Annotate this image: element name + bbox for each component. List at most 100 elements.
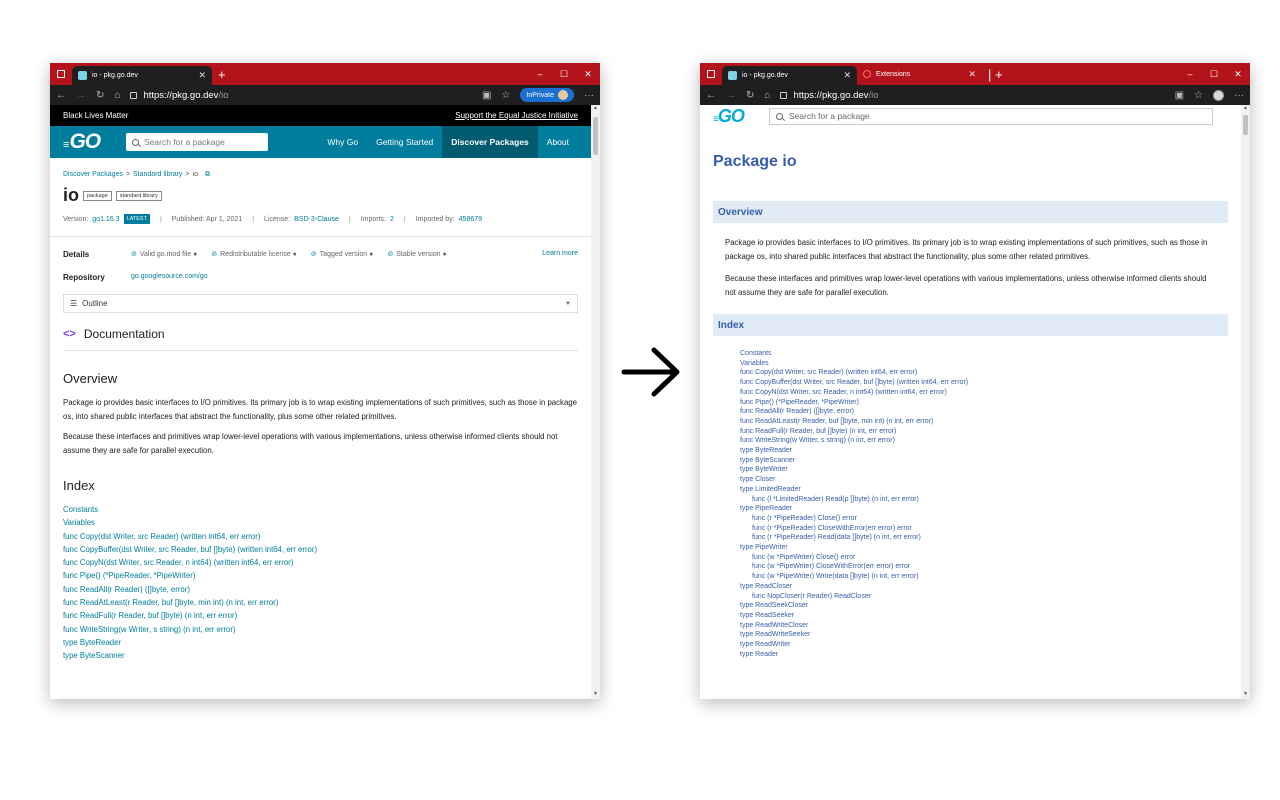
forward-icon[interactable]: → <box>76 90 86 101</box>
index-link[interactable]: type ReadSeekCloser <box>740 601 1201 611</box>
index-link[interactable]: type LimitedReader <box>740 485 1201 495</box>
scroll-up-icon[interactable]: ▲ <box>1241 105 1250 113</box>
index-link[interactable]: func ReadFull(r Reader, buf []byte) (n i… <box>63 609 578 622</box>
index-link[interactable]: func (w *PipeWriter) CloseWithError(err … <box>740 562 1201 572</box>
index-link[interactable]: func Copy(dst Writer, src Reader) (writt… <box>740 368 1201 378</box>
nav-discover-packages[interactable]: Discover Packages <box>442 126 538 158</box>
index-link[interactable]: func CopyBuffer(dst Writer, src Reader, … <box>740 378 1201 388</box>
tab-actions-icon[interactable] <box>50 63 72 85</box>
index-link[interactable]: func (r *PipeReader) CloseWithError(err … <box>740 524 1201 534</box>
index-link[interactable]: func Copy(dst Writer, src Reader) (writt… <box>63 530 578 543</box>
index-link[interactable]: func Pipe() (*PipeReader, *PipeWriter) <box>63 569 578 582</box>
url-field[interactable]: https://pkg.go.dev/io <box>780 90 1164 101</box>
profile-avatar[interactable] <box>1213 89 1224 101</box>
imports-link[interactable]: 2 <box>390 216 394 223</box>
forward-icon[interactable]: → <box>726 90 736 101</box>
maximize-button[interactable]: ☐ <box>1202 63 1226 85</box>
close-window-button[interactable]: ✕ <box>576 63 600 85</box>
more-icon[interactable]: ··· <box>584 90 594 101</box>
index-link[interactable]: func WriteString(w Writer, s string) (n … <box>740 436 1201 446</box>
index-link[interactable]: func ReadAll(r Reader) ([]byte, error) <box>63 583 578 596</box>
new-tab-icon[interactable]: + <box>218 67 226 82</box>
refresh-icon[interactable]: ↻ <box>746 90 754 101</box>
index-link[interactable]: func WriteString(w Writer, s string) (n … <box>63 623 578 636</box>
outline-dropdown[interactable]: ☰ Outline ▼ <box>63 294 578 313</box>
index-link[interactable]: type ReadCloser <box>740 582 1201 592</box>
maximize-button[interactable]: ☐ <box>552 63 576 85</box>
minimize-button[interactable]: – <box>528 63 552 85</box>
scrollbar[interactable]: ▲ ▼ <box>1241 105 1250 699</box>
index-link[interactable]: type ByteWriter <box>740 465 1201 475</box>
crumb-discover[interactable]: Discover Packages <box>63 171 123 178</box>
scroll-thumb[interactable] <box>593 117 598 155</box>
scroll-thumb[interactable] <box>1243 115 1248 135</box>
go-logo[interactable]: ≡GO <box>63 130 118 154</box>
index-link[interactable]: type ByteScanner <box>740 456 1201 466</box>
minimize-button[interactable]: – <box>1178 63 1202 85</box>
inprivate-badge[interactable]: InPrivate <box>520 88 574 102</box>
index-link[interactable]: func CopyN(dst Writer, src Reader, n int… <box>740 388 1201 398</box>
nav-why-go[interactable]: Why Go <box>318 126 367 158</box>
home-icon[interactable]: ⌂ <box>114 90 120 101</box>
help-icon[interactable]: ● <box>443 251 447 258</box>
index-link[interactable]: type ReadWriteSeeker <box>740 630 1201 640</box>
index-link[interactable]: Variables <box>63 516 578 529</box>
index-link[interactable]: type ByteReader <box>740 446 1201 456</box>
index-link[interactable]: func CopyN(dst Writer, src Reader, n int… <box>63 556 578 569</box>
copy-icon[interactable]: ⧉ <box>205 171 210 178</box>
nav-about[interactable]: About <box>538 126 578 158</box>
index-link[interactable]: Constants <box>63 503 578 516</box>
home-icon[interactable]: ⌂ <box>764 90 770 101</box>
refresh-icon[interactable]: ↻ <box>96 90 104 101</box>
favorites-icon[interactable]: ☆ <box>1194 90 1203 101</box>
go-logo[interactable]: ≡GO <box>713 106 745 127</box>
index-link[interactable]: func (l *LimitedReader) Read(p []byte) (… <box>740 495 1201 505</box>
more-icon[interactable]: ··· <box>1234 90 1244 101</box>
reader-view-icon[interactable]: ▣ <box>482 90 491 101</box>
close-tab-icon[interactable]: ✕ <box>198 70 206 81</box>
index-link[interactable]: func (w *PipeWriter) Write(data []byte) … <box>740 572 1201 582</box>
back-icon[interactable]: ← <box>56 90 66 101</box>
index-link[interactable]: type ByteReader <box>63 636 578 649</box>
version-link[interactable]: go1.16.3 <box>92 216 119 223</box>
nav-getting-started[interactable]: Getting Started <box>367 126 442 158</box>
help-icon[interactable]: ● <box>293 251 297 258</box>
favorites-icon[interactable]: ☆ <box>501 90 510 101</box>
tab-extensions[interactable]: Extensions ✕ <box>857 63 982 85</box>
index-link[interactable]: type Reader <box>740 650 1201 660</box>
index-link[interactable]: func CopyBuffer(dst Writer, src Reader, … <box>63 543 578 556</box>
index-link[interactable]: Variables <box>740 359 1201 369</box>
index-link[interactable]: Constants <box>740 349 1201 359</box>
learn-more-link[interactable]: Learn more <box>542 250 578 259</box>
index-link[interactable]: func Pipe() (*PipeReader, *PipeWriter) <box>740 398 1201 408</box>
close-tab-icon[interactable]: ✕ <box>843 70 851 81</box>
close-tab-icon[interactable]: ✕ <box>968 69 976 80</box>
index-link[interactable]: func (w *PipeWriter) Close() error <box>740 553 1201 563</box>
index-link[interactable]: type ReadWriteCloser <box>740 621 1201 631</box>
index-link[interactable]: func ReadAtLeast(r Reader, buf []byte, m… <box>63 596 578 609</box>
license-link[interactable]: BSD-3-Clause <box>294 216 339 223</box>
index-link[interactable]: func ReadFull(r Reader, buf []byte) (n i… <box>740 427 1201 437</box>
scroll-up-icon[interactable]: ▲ <box>591 105 600 113</box>
url-field[interactable]: https://pkg.go.dev/io <box>130 90 472 101</box>
tab-actions-icon[interactable] <box>700 63 722 85</box>
crumb-stdlib[interactable]: Standard library <box>133 171 182 178</box>
scroll-down-icon[interactable]: ▼ <box>591 691 600 699</box>
index-link[interactable]: func NopCloser(r Reader) ReadCloser <box>740 592 1201 602</box>
search-input[interactable]: Search for a package <box>768 107 1213 125</box>
index-link[interactable]: func ReadAtLeast(r Reader, buf []byte, m… <box>740 417 1201 427</box>
scrollbar[interactable]: ▲ ▼ <box>591 105 600 699</box>
index-link[interactable]: type PipeWriter <box>740 543 1201 553</box>
index-link[interactable]: type PipeReader <box>740 504 1201 514</box>
back-icon[interactable]: ← <box>706 90 716 101</box>
index-link[interactable]: type Closer <box>740 475 1201 485</box>
index-link[interactable]: type ByteScanner <box>63 649 578 662</box>
help-icon[interactable]: ● <box>369 251 373 258</box>
index-link[interactable]: type ReadSeeker <box>740 611 1201 621</box>
close-window-button[interactable]: ✕ <box>1226 63 1250 85</box>
index-link[interactable]: type ReadWriter <box>740 640 1201 650</box>
banner-link[interactable]: Support the Equal Justice Initiative <box>455 111 578 120</box>
index-link[interactable]: func ReadAll(r Reader) ([]byte, error) <box>740 407 1201 417</box>
new-tab-icon[interactable]: | + <box>988 67 1003 82</box>
reader-view-icon[interactable]: ▣ <box>1175 90 1184 101</box>
